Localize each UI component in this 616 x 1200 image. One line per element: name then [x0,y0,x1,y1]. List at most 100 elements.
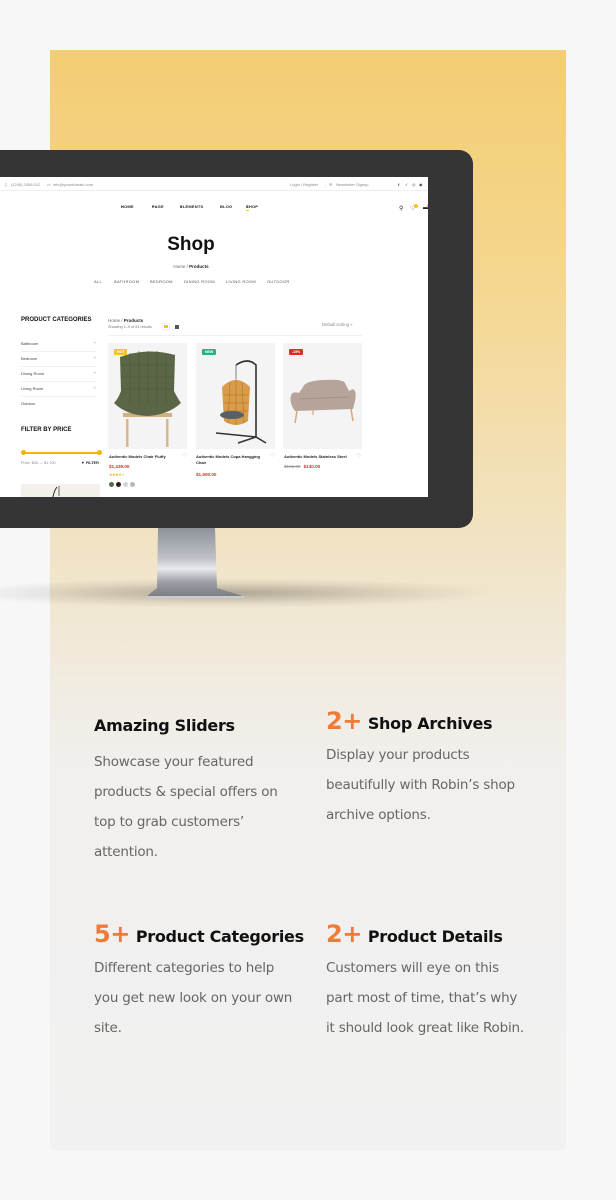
chevron-down-icon: ˅ [350,322,353,327]
search-icon[interactable]: ⚲ [399,205,403,212]
instagram-icon[interactable]: ◎ [412,182,416,187]
divider [108,335,362,336]
color-swatch[interactable] [130,482,135,487]
results-breadcrumb-home[interactable]: Home [108,318,120,323]
breadcrumb-home[interactable]: Home [173,264,185,269]
tab-all[interactable]: ALL [94,279,102,284]
sidebar-category-living-room[interactable]: Living Room ˅ [21,382,97,397]
breadcrumb-separator: / [186,264,188,269]
feature-title: 5+ Product Categories [94,920,304,948]
top-bar: ▯ (1245) 2456 012 ▭ info@yourdomain.com … [0,177,428,191]
product-old-price: $165.00 [284,464,301,469]
chevron-down-icon[interactable]: ˅ [94,340,96,345]
category-label: Outdoor [21,401,36,406]
price-slider-max-handle[interactable] [97,450,102,455]
feature-description: Customers will eye on this part most of … [326,960,524,1036]
sidebar-category-outdoor[interactable]: Outdoor [21,397,97,412]
wishlist-heart-icon[interactable]: ♡ [270,453,274,459]
cart-count-badge [427,204,428,208]
sidebar-banner-image[interactable] [21,484,100,497]
divider: | [325,182,327,187]
nav-shop-label: SHOP [246,204,259,209]
login-register-link[interactable]: Login / Register [290,182,318,187]
armchair-image [114,351,181,447]
monitor-frame: ▯ (1245) 2456 012 ▭ info@yourdomain.com … [0,150,473,528]
product-image[interactable]: NEW [196,343,275,449]
breadcrumb: Home / Products [0,264,382,269]
tab-bathroom[interactable]: BATHROOM [114,279,139,284]
product-name[interactable]: Authentic Models Copa Hangging Chair [196,454,266,466]
sorting-select[interactable]: Default sorting ˅ [322,322,353,327]
feature-product-details: 2+ Product Details Customers will eye on … [326,920,526,1043]
tab-outdoor[interactable]: OUTDOOR [267,279,290,284]
category-label: Bathroom [21,341,39,346]
wishlist-heart-icon[interactable]: ♡ [182,453,186,459]
envelope-icon: ✉ [329,182,333,187]
chevron-down-icon[interactable]: ˅ [94,355,96,360]
new-badge: NEW [202,349,217,355]
color-swatch[interactable] [116,482,121,487]
sidebar-category-dining-room[interactable]: Dining Room ˅ [21,367,97,382]
feature-title-text: Product Details [367,927,503,946]
list-view-icon[interactable] [175,325,179,329]
price-slider-track[interactable] [23,452,100,454]
email-link[interactable]: info@yourdomain.com [53,182,93,187]
feature-number: 2+ [326,920,362,948]
price-slider-min-handle[interactable] [21,450,26,455]
phone-icon: ▯ [5,182,8,187]
results-breadcrumb: Home / Products [108,318,144,323]
chevron-down-icon[interactable]: ˅ [94,385,96,390]
feature-title: 2+ Shop Archives [326,707,526,735]
phone-number[interactable]: (1245) 2456 012 [11,182,40,187]
nav-home-label: HOME [121,204,134,209]
product-price: $1,500.00 [196,472,217,477]
nav-elements-label: ELEMENTS [180,204,204,209]
feature-title: 2+ Product Details [326,920,526,948]
nav-shop[interactable]: SHOP ˅ [246,204,258,211]
nav-page[interactable]: PAGE ˅ [152,204,164,209]
sidebar-category-bathroom[interactable]: Bathroom ˅ [21,337,97,352]
sorting-value: Default sorting [322,322,349,327]
nav-elements[interactable]: ELEMENTS ˅ [180,204,203,209]
category-label: Bedroom [21,356,38,361]
tab-living-room[interactable]: LIVING ROOM [226,279,256,284]
product-name[interactable]: Authentic Models Chair Fluffy [109,454,179,460]
color-swatch[interactable] [123,482,128,487]
category-label: Dining Room [21,371,45,376]
pinterest-icon[interactable]: ◉ [419,182,423,187]
product-image[interactable]: HOT [108,343,187,449]
nav-page-label: PAGE [152,204,164,209]
product-name[interactable]: Authentic Models Stainless Steel [284,454,354,460]
sidebar-category-bedroom[interactable]: Bedroom ˅ [21,352,97,367]
newsletter-link[interactable]: Newsletter Signup [336,182,368,187]
grid-view-icon[interactable] [162,323,170,330]
feature-amazing-sliders: Amazing Sliders Showcase your featured p… [94,716,294,867]
wishlist-count-badge [414,204,418,208]
nav-home[interactable]: HOME ˅ [121,204,134,209]
facebook-icon[interactable]: f [398,182,399,187]
feature-title-text: Product Categories [135,927,304,946]
price-range-label: Price: $30 — $1,700 [21,461,56,465]
wishlist-heart-icon[interactable]: ♡ [357,453,361,459]
filter-icon: ▼ [81,461,85,465]
color-swatch[interactable] [109,482,114,487]
product-price-block: $165.00 $140.00 [284,464,320,469]
results-count: Showing 1–9 of 51 results [108,325,152,329]
tab-dining-room[interactable]: DINING ROOM [184,279,215,284]
chevron-down-icon[interactable]: ˅ [94,370,96,375]
feature-product-categories: 5+ Product Categories Different categorie… [94,920,304,1043]
discount-badge: -15% [289,349,304,355]
product-image[interactable]: -15% [283,343,362,449]
main-nav: HOME ˅ PAGE ˅ ELEMENTS ˅ BLOG SHOP ˅ [0,204,428,214]
tab-bedroom[interactable]: BEDROOM [150,279,173,284]
nav-blog-label: BLOG [220,204,233,209]
feature-title-text: Amazing Sliders [94,716,235,735]
page-title: Shop [167,234,215,255]
product-categories-heading: PRODUCT CATEGORIES [21,317,92,323]
filter-button[interactable]: ▼ FILTER [81,461,99,465]
mail-icon: ▭ [47,182,51,187]
feature-number: 2+ [326,707,362,735]
twitter-icon[interactable]: ✓ [405,182,408,187]
hot-badge: HOT [114,349,128,355]
feature-description: Different categories to help you get new… [94,960,293,1036]
